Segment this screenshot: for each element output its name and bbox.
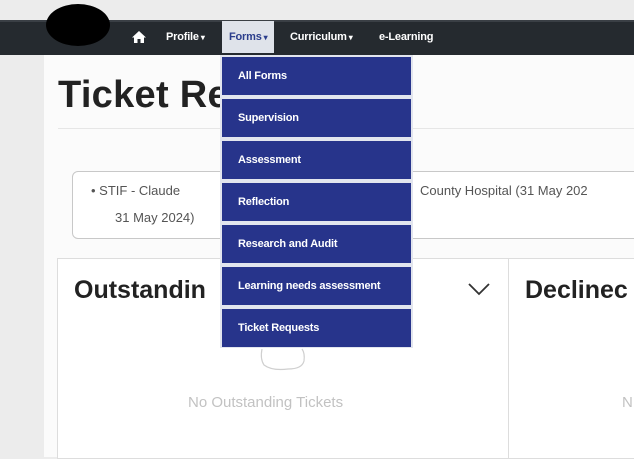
menu-item-ticket-requests[interactable]: Ticket Requests <box>222 309 411 347</box>
menu-item-research-and-audit[interactable]: Research and Audit <box>222 225 411 263</box>
page-title: Ticket Re <box>58 74 229 116</box>
nav-profile[interactable]: Profile ▾ <box>166 21 205 53</box>
empty-state-text: N <box>622 394 633 411</box>
nav-curriculum-label: Curriculum <box>290 31 347 43</box>
chevron-down-icon: ▾ <box>200 33 205 42</box>
nav-e-learning[interactable]: e-Learning <box>379 21 433 53</box>
nav-forms[interactable]: Forms ▾ <box>222 21 275 53</box>
placement-dates: 31 May 2024) <box>115 210 195 225</box>
home-icon[interactable] <box>131 29 147 45</box>
chevron-down-icon: ▾ <box>348 33 353 42</box>
nav-profile-label: Profile <box>166 31 199 43</box>
menu-item-supervision[interactable]: Supervision <box>222 99 411 137</box>
placement-line: • STIF - Claude <box>91 183 181 198</box>
empty-state-text: No Outstanding Tickets <box>188 394 344 411</box>
nav-forms-label: Forms <box>229 31 262 43</box>
menu-item-learning-needs-assessment[interactable]: Learning needs assessment <box>222 267 411 305</box>
nav-curriculum[interactable]: Curriculum ▾ <box>290 21 353 53</box>
outstanding-title: Outstandin <box>74 276 206 304</box>
chevron-down-icon[interactable] <box>466 281 492 297</box>
placement-line-continued: County Hospital (31 May 202 <box>420 183 588 198</box>
avatar[interactable] <box>46 4 110 46</box>
chevron-down-icon: ▾ <box>263 33 268 42</box>
menu-item-assessment[interactable]: Assessment <box>222 141 411 179</box>
empty-state-icon <box>260 348 305 371</box>
declined-title: Declinec <box>525 276 628 304</box>
forms-dropdown-menu: All Forms Supervision Assessment Reflect… <box>220 55 413 348</box>
menu-item-all-forms[interactable]: All Forms <box>222 57 411 95</box>
nav-e-learning-label: e-Learning <box>379 31 434 43</box>
menu-item-reflection[interactable]: Reflection <box>222 183 411 221</box>
